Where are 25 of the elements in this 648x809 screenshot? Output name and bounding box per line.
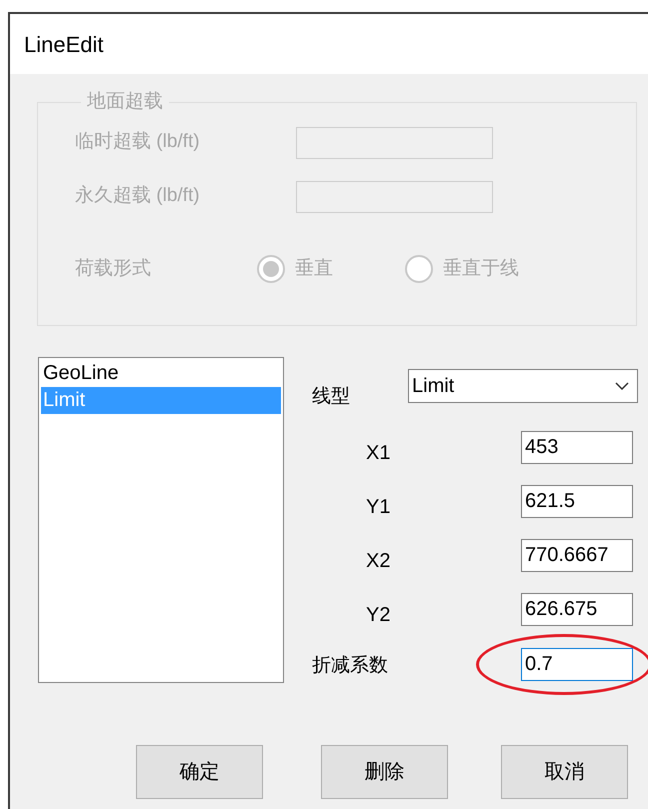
dropdown-value: Limit	[412, 374, 454, 399]
list-item[interactable]: GeoLine	[41, 360, 281, 387]
field-label: 荷载形式	[75, 256, 152, 280]
coordinate-label: Y1	[366, 494, 392, 520]
input-field[interactable]: 453	[521, 431, 633, 464]
group-title: 地面超载	[86, 90, 164, 114]
coordinate-label: Y2	[366, 602, 392, 628]
dialog-button[interactable]: 取消	[501, 745, 628, 799]
field-label: 临时超载 (lb/ft)	[75, 130, 201, 154]
coordinate-label: X1	[366, 440, 392, 466]
window-title: LineEdit	[24, 30, 104, 58]
input-field[interactable]: 621.5	[521, 485, 633, 518]
dialog-button[interactable]: 删除	[321, 745, 448, 799]
input-field[interactable]: 0.7	[521, 648, 633, 681]
input-field[interactable]: 770.6667	[521, 539, 633, 572]
coordinate-label: X2	[366, 548, 392, 574]
radio-label: 垂直	[295, 256, 333, 280]
line-type-dropdown[interactable]: Limit	[408, 369, 638, 403]
field-label: 永久超载 (lb/ft)	[75, 184, 201, 208]
radio-label: 垂直于线	[443, 256, 519, 280]
field-label: 线型	[312, 384, 351, 408]
dialog-button[interactable]: 确定	[136, 745, 263, 799]
chevron-down-icon	[615, 382, 629, 390]
field-label: 折减系数	[312, 654, 389, 678]
input-field[interactable]: 626.675	[521, 593, 633, 626]
